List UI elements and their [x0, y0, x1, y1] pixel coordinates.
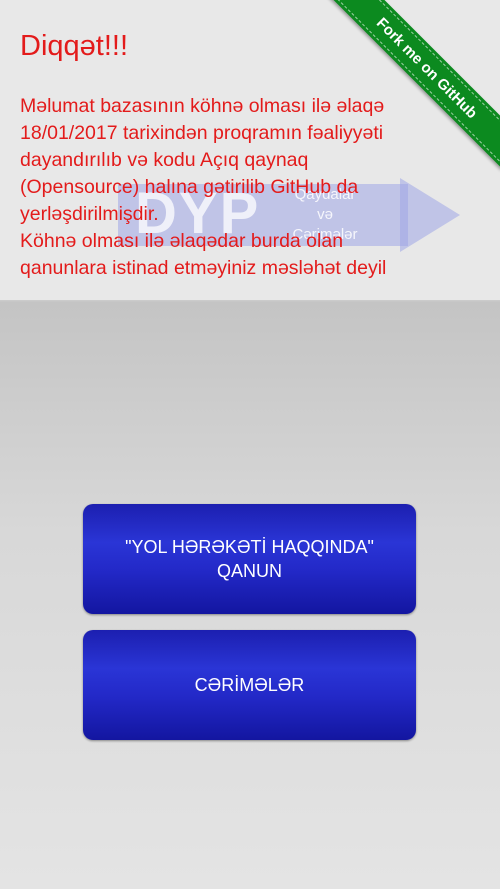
traffic-law-button[interactable]: "YOL HƏRƏKƏTİ HAQQINDA" QANUN	[83, 504, 416, 614]
fines-button[interactable]: CƏRİMƏLƏR	[83, 630, 416, 740]
notice-banner: DYP Qaydalar və Cərimələr Diqqət!!! Məlu…	[0, 0, 500, 300]
notice-text: Məlumat bazasının köhnə olması ilə əlaqə…	[20, 95, 387, 279]
notice-title: Diqqət!!!	[20, 30, 128, 62]
